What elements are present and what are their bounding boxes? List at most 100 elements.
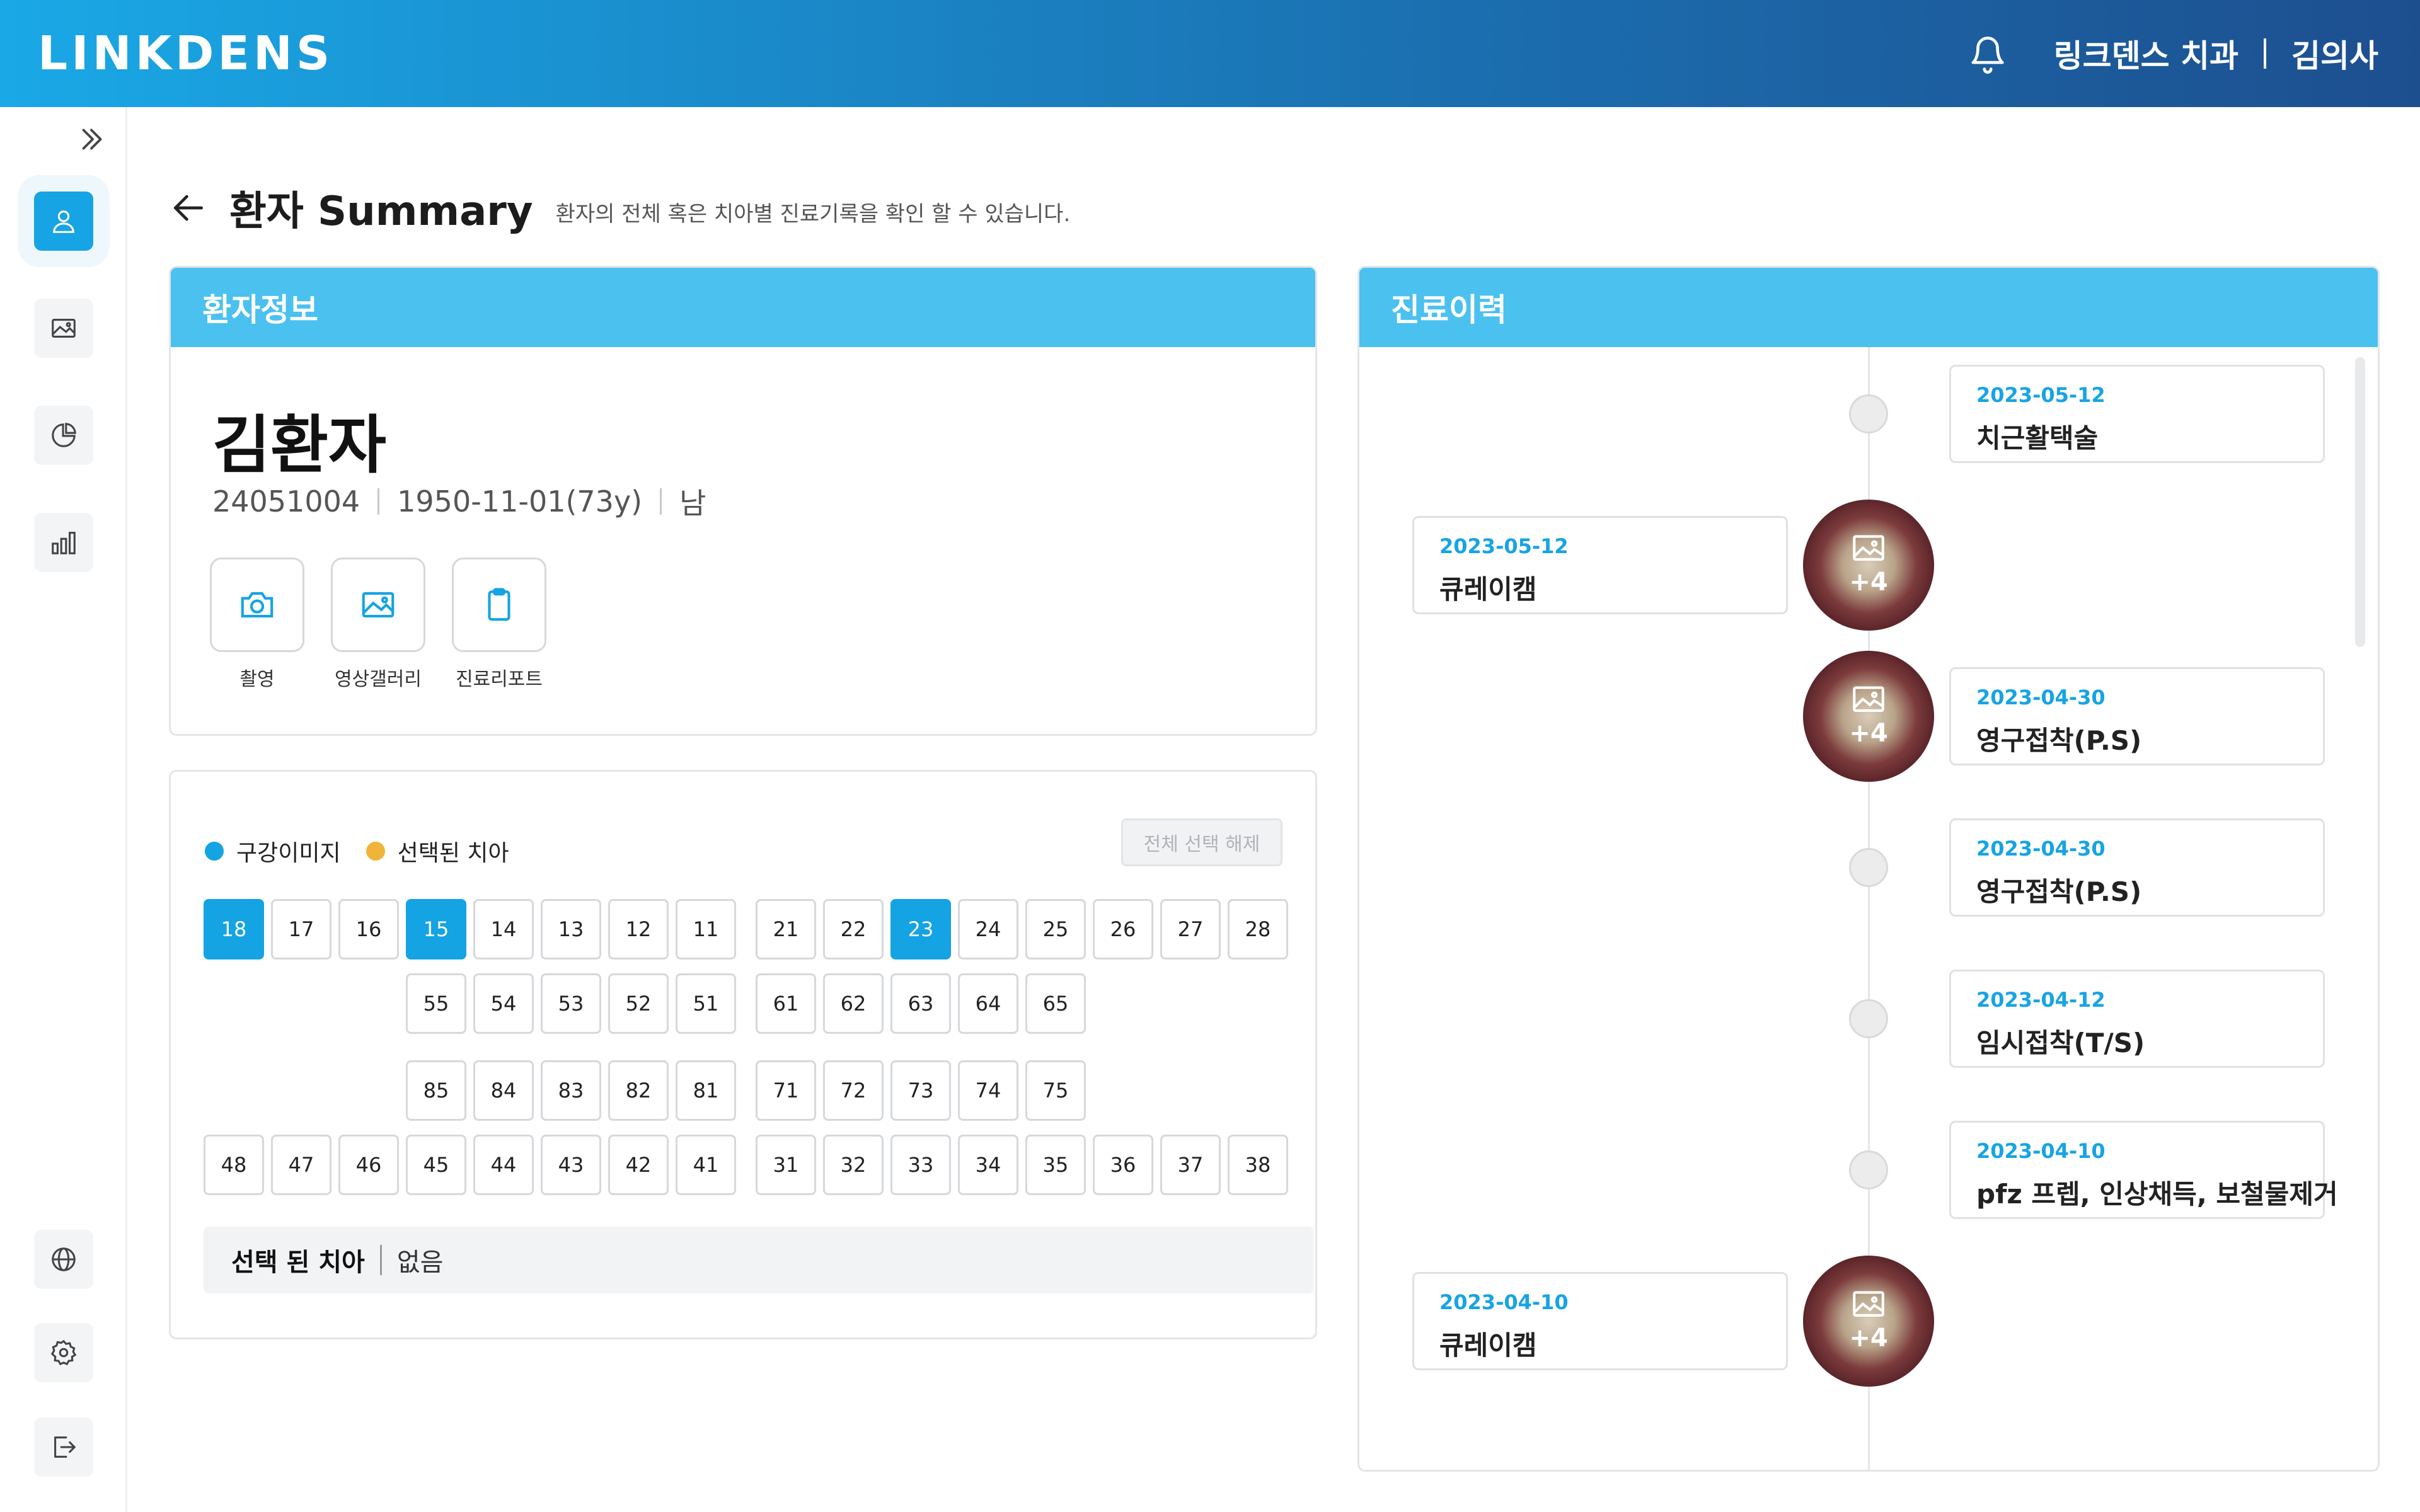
linkdens-logo[interactable]: LINKDENS (38, 26, 333, 81)
expand-sidebar-icon[interactable] (76, 123, 107, 155)
tooth-75[interactable]: 75 (1025, 1060, 1086, 1121)
tooth-64[interactable]: 64 (958, 973, 1018, 1034)
timeline-image-thumbnail[interactable]: +4 (1803, 500, 1934, 631)
tooth-63[interactable]: 63 (890, 973, 951, 1034)
patient-sex: 남 (679, 486, 706, 520)
sidebar-gallery-button[interactable] (34, 299, 93, 358)
sidebar-patient-button[interactable] (34, 192, 93, 251)
history-entry-card[interactable]: 2023-05-12 치근활택술 (1949, 365, 2325, 463)
back-arrow-icon[interactable] (169, 188, 208, 227)
tooth-72[interactable]: 72 (823, 1060, 884, 1121)
clipboard-icon (488, 588, 510, 621)
tooth-12[interactable]: 12 (608, 899, 669, 959)
tooth-47[interactable]: 47 (271, 1135, 331, 1195)
tooth-24[interactable]: 24 (958, 899, 1018, 959)
treatment-history-panel: 진료이력 2023-05-12 치근활택술 +4 2023-05-12 큐레이캠 +4 20… (1357, 266, 2380, 1472)
history-entry-card[interactable]: 2023-04-30 영구접착(P.S) (1949, 818, 2325, 917)
report-action[interactable]: 진료리포트 (452, 558, 546, 691)
tooth-18[interactable]: 18 (204, 899, 264, 959)
tooth-44[interactable]: 44 (473, 1135, 534, 1195)
sidebar (0, 107, 127, 1512)
tooth-46[interactable]: 46 (338, 1135, 399, 1195)
tooth-31[interactable]: 31 (756, 1135, 816, 1195)
tooth-17[interactable]: 17 (271, 899, 331, 959)
tooth-42[interactable]: 42 (608, 1135, 669, 1195)
image-icon (1853, 535, 1884, 561)
tooth-61[interactable]: 61 (756, 973, 816, 1034)
tooth-13[interactable]: 13 (541, 899, 601, 959)
tooth-53[interactable]: 53 (541, 973, 601, 1034)
history-entry-date: 2023-05-12 (1439, 534, 1569, 558)
tooth-83[interactable]: 83 (541, 1060, 601, 1121)
tooth-26[interactable]: 26 (1093, 899, 1153, 959)
tooth-22[interactable]: 22 (823, 899, 884, 959)
tooth-85[interactable]: 85 (406, 1060, 466, 1121)
tooth-36[interactable]: 36 (1093, 1135, 1153, 1195)
tooth-51[interactable]: 51 (676, 973, 736, 1034)
history-entry-card[interactable]: 2023-04-30 영구접착(P.S) (1949, 667, 2325, 765)
capture-button[interactable] (210, 558, 304, 652)
sidebar-settings-button[interactable] (34, 1323, 93, 1382)
tooth-84[interactable]: 84 (473, 1060, 534, 1121)
tooth-45[interactable]: 45 (406, 1135, 466, 1195)
gallery-action[interactable]: 영상갤러리 (331, 558, 425, 691)
tooth-33[interactable]: 33 (890, 1135, 951, 1195)
tooth-25[interactable]: 25 (1025, 899, 1086, 959)
sidebar-chart-button[interactable] (34, 513, 93, 572)
tooth-74[interactable]: 74 (958, 1060, 1018, 1121)
history-entry-card[interactable]: 2023-05-12 큐레이캠 (1412, 516, 1788, 614)
tooth-11[interactable]: 11 (676, 899, 736, 959)
tooth-62[interactable]: 62 (823, 973, 884, 1034)
tooth-43[interactable]: 43 (541, 1135, 601, 1195)
history-entry-title: pfz 프렙, 인상채득, 보철물제거 (1976, 1179, 2338, 1210)
capture-action[interactable]: 촬영 (210, 558, 304, 691)
clinic-name[interactable]: 링크덴스 치과 (2054, 31, 2238, 76)
history-scrollbar[interactable] (2355, 357, 2365, 647)
sidebar-logout-button[interactable] (34, 1418, 93, 1477)
clear-selection-button[interactable]: 전체 선택 해제 (1121, 818, 1282, 866)
tooth-71[interactable]: 71 (756, 1060, 816, 1121)
image-icon (1853, 1291, 1884, 1317)
history-entry-card[interactable]: 2023-04-12 임시접착(T/S) (1949, 970, 2325, 1068)
tooth-52[interactable]: 52 (608, 973, 669, 1034)
gallery-button[interactable] (331, 558, 425, 652)
timeline-image-thumbnail[interactable]: +4 (1803, 1256, 1934, 1387)
tooth-48[interactable]: 48 (204, 1135, 264, 1195)
tooth-73[interactable]: 73 (890, 1060, 951, 1121)
tooth-34[interactable]: 34 (958, 1135, 1018, 1195)
patient-birth: 1950-11-01(73y) (397, 484, 643, 518)
tooth-23[interactable]: 23 (890, 899, 951, 959)
tooth-54[interactable]: 54 (473, 973, 534, 1034)
tooth-21[interactable]: 21 (756, 899, 816, 959)
detail-divider (660, 488, 662, 515)
report-button[interactable] (452, 558, 546, 652)
legend-oral-image: 구강이미지 (236, 840, 341, 866)
top-header: LINKDENS 링크덴스 치과 김의사 (0, 0, 2420, 107)
history-entry-card[interactable]: 2023-04-10 pfz 프렙, 인상채득, 보철물제거 (1949, 1121, 2338, 1219)
tooth-82[interactable]: 82 (608, 1060, 669, 1121)
tooth-81[interactable]: 81 (676, 1060, 736, 1121)
tooth-27[interactable]: 27 (1160, 899, 1221, 959)
tooth-16[interactable]: 16 (338, 899, 399, 959)
tooth-38[interactable]: 38 (1228, 1135, 1288, 1195)
history-entry-card[interactable]: 2023-04-10 큐레이캠 (1412, 1272, 1788, 1370)
tooth-65[interactable]: 65 (1025, 973, 1086, 1034)
pie-chart-icon (52, 423, 76, 447)
timeline-image-thumbnail[interactable]: +4 (1803, 651, 1934, 782)
tooth-37[interactable]: 37 (1160, 1135, 1221, 1195)
timeline-dot (1849, 394, 1888, 433)
doctor-name[interactable]: 김의사 (2291, 31, 2378, 76)
tooth-28[interactable]: 28 (1228, 899, 1288, 959)
history-entry-date: 2023-04-30 (1976, 837, 2106, 861)
tooth-41[interactable]: 41 (676, 1135, 736, 1195)
notification-bell-icon[interactable] (1966, 28, 2010, 79)
tooth-55[interactable]: 55 (406, 973, 466, 1034)
sidebar-statistics-button[interactable] (34, 406, 93, 465)
sidebar-language-button[interactable] (34, 1230, 93, 1289)
tooth-14[interactable]: 14 (473, 899, 534, 959)
tooth-15[interactable]: 15 (406, 899, 466, 959)
tooth-35[interactable]: 35 (1025, 1135, 1086, 1195)
history-entry-title: 치근활택술 (1976, 423, 2099, 454)
tooth-32[interactable]: 32 (823, 1135, 884, 1195)
globe-icon (52, 1247, 76, 1271)
